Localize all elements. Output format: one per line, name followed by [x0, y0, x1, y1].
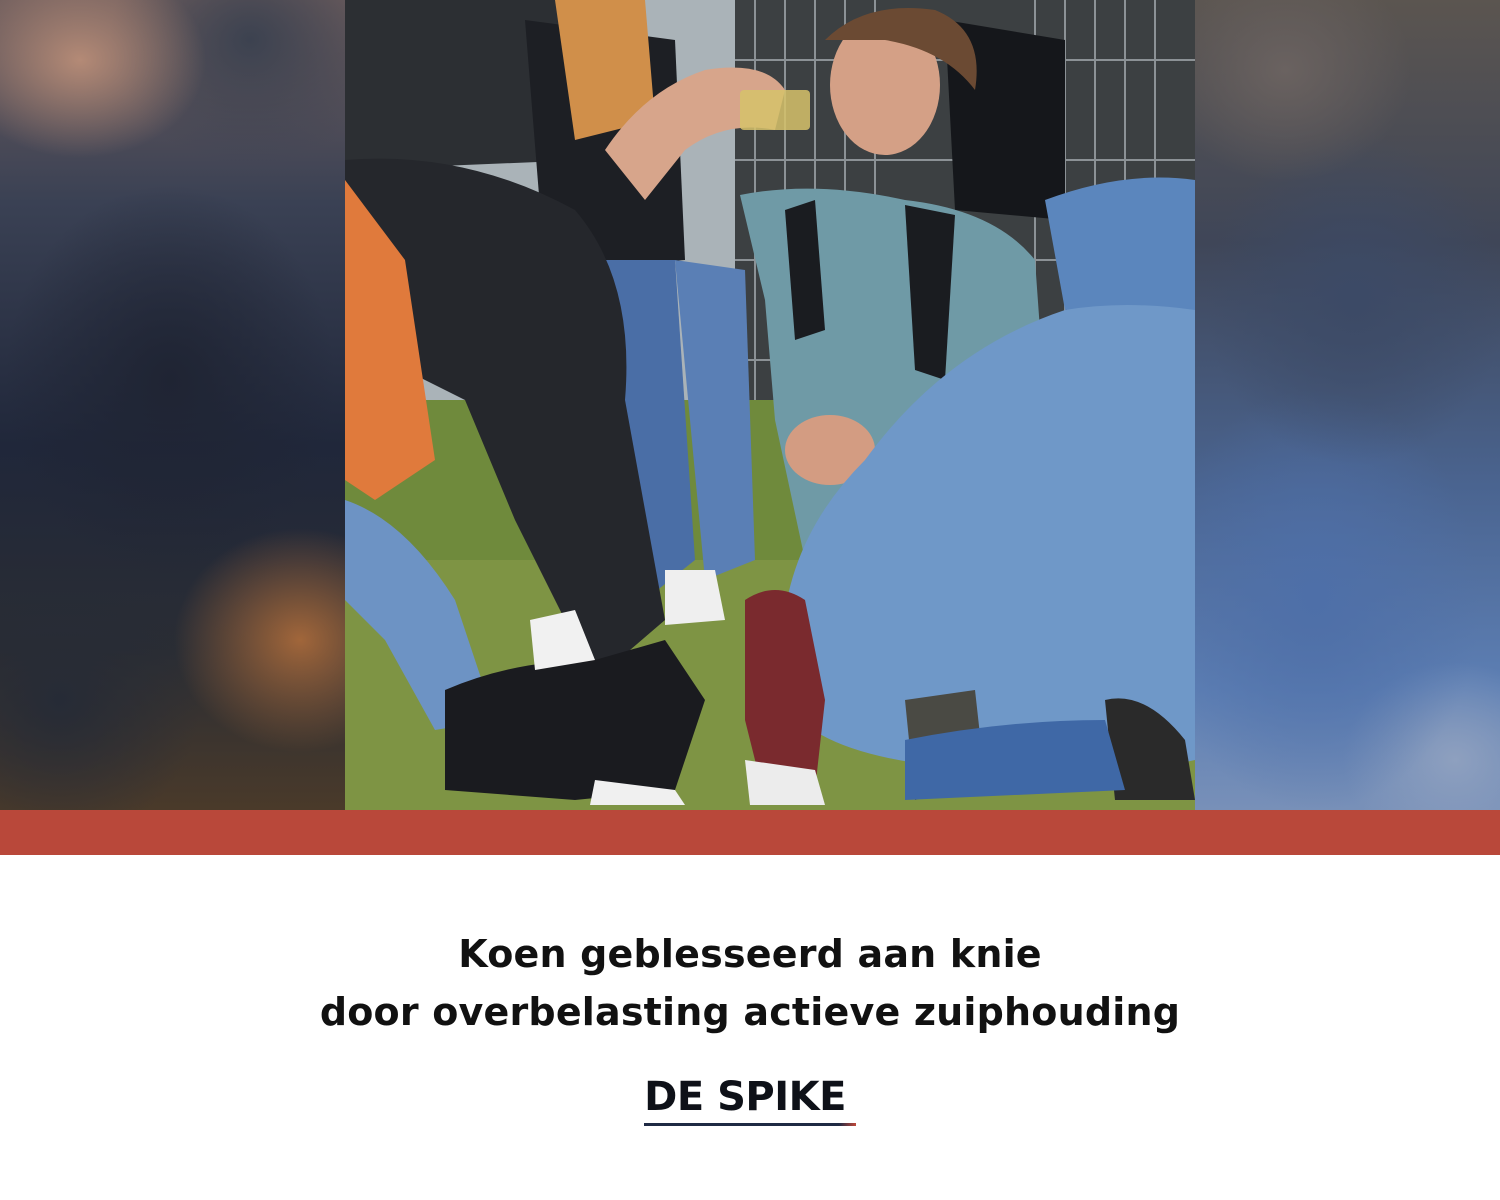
- brand-wordmark: DE SPIKE: [644, 1074, 856, 1126]
- blurred-fill-left: [0, 0, 345, 810]
- brand-underline: [644, 1123, 856, 1126]
- page: Koen geblesseerd aan knie door overbelas…: [0, 0, 1500, 1200]
- photo-band: [0, 0, 1500, 810]
- brand-logo: DE SPIKE: [0, 1074, 1500, 1126]
- headline-line-2: door overbelasting actieve zuiphouding: [319, 990, 1181, 1034]
- headline: Koen geblesseerd aan knie door overbelas…: [0, 925, 1500, 1041]
- accent-bar: [0, 810, 1500, 855]
- brand-name: DE SPIKE: [644, 1074, 846, 1120]
- main-photo: [345, 0, 1195, 810]
- headline-line-1: Koen geblesseerd aan knie: [458, 932, 1042, 976]
- photo-illustration: [345, 0, 1195, 810]
- blurred-fill-right: [1195, 0, 1500, 810]
